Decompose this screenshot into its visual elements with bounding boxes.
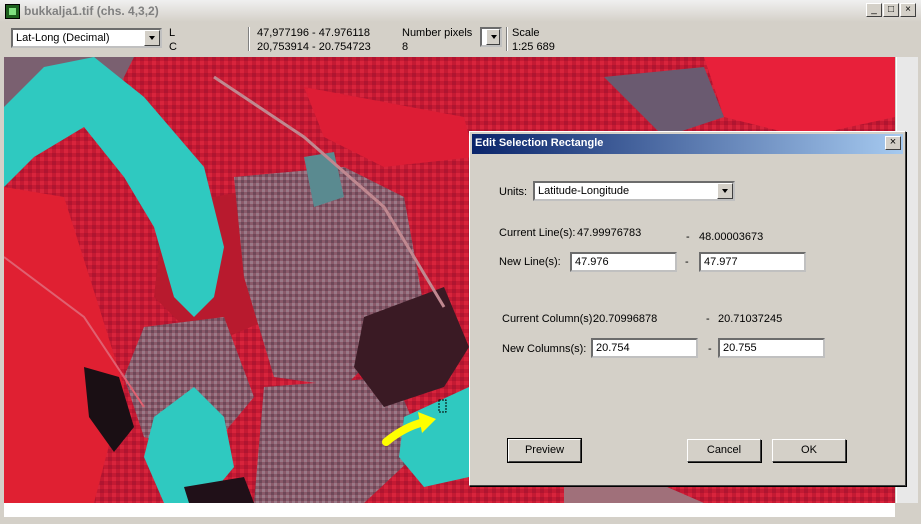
units-value: Latitude-Longitude [538,185,630,197]
current-line-to: 48.00003673 [699,231,764,243]
pixels-dropdown[interactable] [480,27,502,47]
new-line-to-input[interactable]: 47.977 [699,252,806,272]
separator [248,27,250,51]
current-column-from: 20.70996878 [593,313,658,325]
current-line-from: 47.99976783 [577,227,642,239]
window-title: bukkalja1.tif (chs. 4,3,2) [24,4,159,18]
preview-button[interactable]: Preview [507,438,582,463]
current-columns-label: Current Column(s): [502,313,596,325]
image-file-icon [5,4,20,19]
scale-value: 1:25 689 [512,41,555,53]
window-bottom-border [0,518,921,524]
new-column-to-input[interactable]: 20.755 [718,338,825,358]
new-column-dash: - [708,343,712,355]
window-title-bar: bukkalja1.tif (chs. 4,3,2) _ □ × [0,0,921,23]
units-select[interactable]: Latitude-Longitude [533,181,735,201]
new-lines-label: New Line(s): [499,256,561,268]
column-range: 20,753914 - 20.754723 [257,41,371,53]
units-label: Units: [499,186,528,198]
new-columns-label: New Columns(s): [502,343,587,355]
current-lines-label: Current Line(s): [499,227,576,239]
separator [506,27,508,51]
coordinate-toolbar: Lat-Long (Decimal) L C 47,977196 - 47.97… [0,22,921,56]
new-line-dash: - [685,256,689,268]
ok-button[interactable]: OK [772,439,846,462]
current-line-dash: - [686,231,690,243]
dialog-close-button[interactable]: × [885,136,901,150]
dialog-title-bar: Edit Selection Rectangle × [472,134,903,154]
coordinate-mode-value: Lat-Long (Decimal) [16,32,110,44]
chevron-down-icon[interactable] [486,29,500,45]
current-column-to: 20.71037245 [718,313,783,325]
minimize-button[interactable]: _ [866,3,882,17]
line-range: 47,977196 - 47.976118 [257,27,370,39]
chevron-down-icon[interactable] [717,183,733,199]
cancel-button[interactable]: Cancel [687,439,761,462]
maximize-button[interactable]: □ [883,3,899,17]
edit-selection-rectangle-dialog: Edit Selection Rectangle × Units: Latitu… [469,131,906,486]
close-button[interactable]: × [900,3,916,17]
number-pixels-value: 8 [402,41,409,53]
dialog-title: Edit Selection Rectangle [475,137,604,149]
new-column-from-input[interactable]: 20.754 [591,338,698,358]
coordinate-mode-select[interactable]: Lat-Long (Decimal) [11,28,162,48]
column-indicator: C [169,41,177,53]
current-column-dash: - [706,313,710,325]
line-indicator: L [169,27,176,39]
scale-label: Scale [512,27,540,39]
new-line-from-input[interactable]: 47.976 [570,252,677,272]
number-pixels-label: Number pixels [402,27,473,39]
horizontal-scrollbar[interactable] [4,503,895,517]
chevron-down-icon[interactable] [144,30,160,46]
